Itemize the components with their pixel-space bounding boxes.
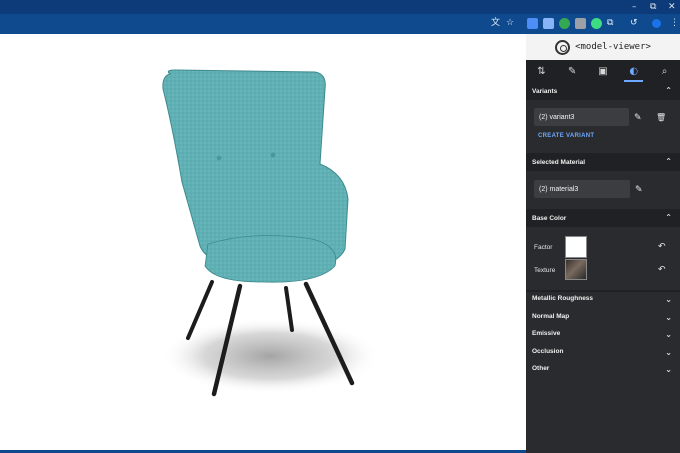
- panel-tabs: ⇅ ✎ ▣ ◐ ⌕: [526, 60, 680, 82]
- sort-icon: ⇅: [537, 65, 546, 77]
- panel-title: <model-viewer>: [575, 42, 651, 52]
- variant-select[interactable]: (2) variant3: [534, 108, 629, 126]
- chevron-down-icon: ⌄: [665, 313, 672, 322]
- chevron-up-icon: ⌃: [665, 86, 672, 95]
- extension-icon-5[interactable]: [591, 18, 602, 29]
- delete-variant-icon[interactable]: 🗑: [656, 113, 666, 123]
- tab-search[interactable]: ⌕: [649, 60, 680, 82]
- emissive-section-header[interactable]: Emissive ⌄: [526, 325, 680, 342]
- extension-icon-2[interactable]: [543, 18, 554, 29]
- texture-label: Texture: [534, 267, 556, 274]
- panel-header: <model-viewer>: [526, 34, 680, 60]
- selected-material-header-label: Selected Material: [532, 158, 586, 166]
- metallic-roughness-label: Metallic Roughness: [532, 295, 594, 302]
- tab-camera[interactable]: ▣: [588, 60, 619, 82]
- normal-map-section-header[interactable]: Normal Map ⌄: [526, 308, 680, 325]
- chevron-down-icon: ⌄: [665, 365, 672, 374]
- palette-icon: ◐: [629, 65, 639, 77]
- extension-icon-4[interactable]: [575, 18, 586, 29]
- reset-factor-icon[interactable]: ↶: [658, 242, 666, 252]
- metallic-roughness-section-header[interactable]: Metallic Roughness ⌄: [526, 290, 680, 307]
- chevron-down-icon: ⌄: [665, 348, 672, 357]
- other-section-header[interactable]: Other ⌄: [526, 360, 680, 377]
- translate-icon[interactable]: 文: [491, 17, 500, 29]
- base-color-header-label: Base Color: [532, 214, 567, 222]
- variant-select-value: (2) variant3: [539, 113, 575, 121]
- extension-icon-3[interactable]: [559, 18, 570, 29]
- camera-icon: ▣: [598, 65, 608, 77]
- tab-edit[interactable]: ✎: [557, 60, 588, 82]
- chevron-down-icon: ⌄: [665, 330, 672, 339]
- material-select[interactable]: (2) material3: [534, 180, 630, 198]
- pencil-icon: ✎: [568, 65, 577, 77]
- chevron-up-icon: ⌃: [665, 213, 672, 222]
- normal-map-label: Normal Map: [532, 313, 570, 320]
- factor-label: Factor: [534, 244, 553, 251]
- emissive-label: Emissive: [532, 330, 561, 337]
- chair-body: [162, 69, 349, 283]
- variants-header-label: Variants: [532, 87, 558, 95]
- edit-material-icon[interactable]: ✎: [635, 185, 643, 195]
- window-titlebar: – ⧉ ✕: [0, 0, 680, 14]
- extension-icon-1[interactable]: [527, 18, 538, 29]
- chevron-down-icon: ⌄: [665, 295, 672, 304]
- tab-materials[interactable]: ◐: [618, 60, 649, 82]
- chevron-up-icon: ⌃: [665, 157, 672, 166]
- puzzle-icon[interactable]: ⧉: [607, 17, 613, 29]
- selected-material-section-header[interactable]: Selected Material ⌃: [526, 153, 680, 171]
- model-viewer-logo-icon: [555, 39, 571, 55]
- texture-thumbnail[interactable]: [565, 259, 587, 280]
- history-icon[interactable]: ↺: [630, 17, 638, 29]
- create-variant-button[interactable]: CREATE VARIANT: [538, 133, 594, 139]
- factor-color-swatch[interactable]: [565, 236, 587, 258]
- base-color-section-header[interactable]: Base Color ⌃: [526, 209, 680, 227]
- close-icon[interactable]: ✕: [668, 1, 676, 13]
- menu-icon[interactable]: ⋮: [670, 17, 679, 29]
- profile-icon[interactable]: [652, 19, 661, 28]
- browser-toolbar: 文 ☆ ⧉ ↺ ⋮: [0, 14, 680, 34]
- material-select-value: (2) material3: [539, 185, 579, 193]
- chair-model-render: [160, 69, 380, 397]
- model-viewer-canvas[interactable]: [0, 34, 526, 453]
- search-icon: ⌕: [661, 65, 668, 77]
- occlusion-label: Occlusion: [532, 348, 564, 355]
- star-icon[interactable]: ☆: [506, 17, 514, 29]
- other-label: Other: [532, 365, 550, 372]
- reset-texture-icon[interactable]: ↶: [658, 265, 666, 275]
- occlusion-section-header[interactable]: Occlusion ⌄: [526, 343, 680, 360]
- editor-panel: <model-viewer> ⇅ ✎ ▣ ◐ ⌕ Variants ⌃ (2) …: [526, 34, 680, 453]
- variants-section-header[interactable]: Variants ⌃: [526, 82, 680, 100]
- maximize-icon[interactable]: ⧉: [650, 1, 656, 13]
- tab-sort[interactable]: ⇅: [526, 60, 557, 82]
- edit-variant-icon[interactable]: ✎: [634, 113, 642, 123]
- minimize-icon[interactable]: –: [632, 1, 637, 13]
